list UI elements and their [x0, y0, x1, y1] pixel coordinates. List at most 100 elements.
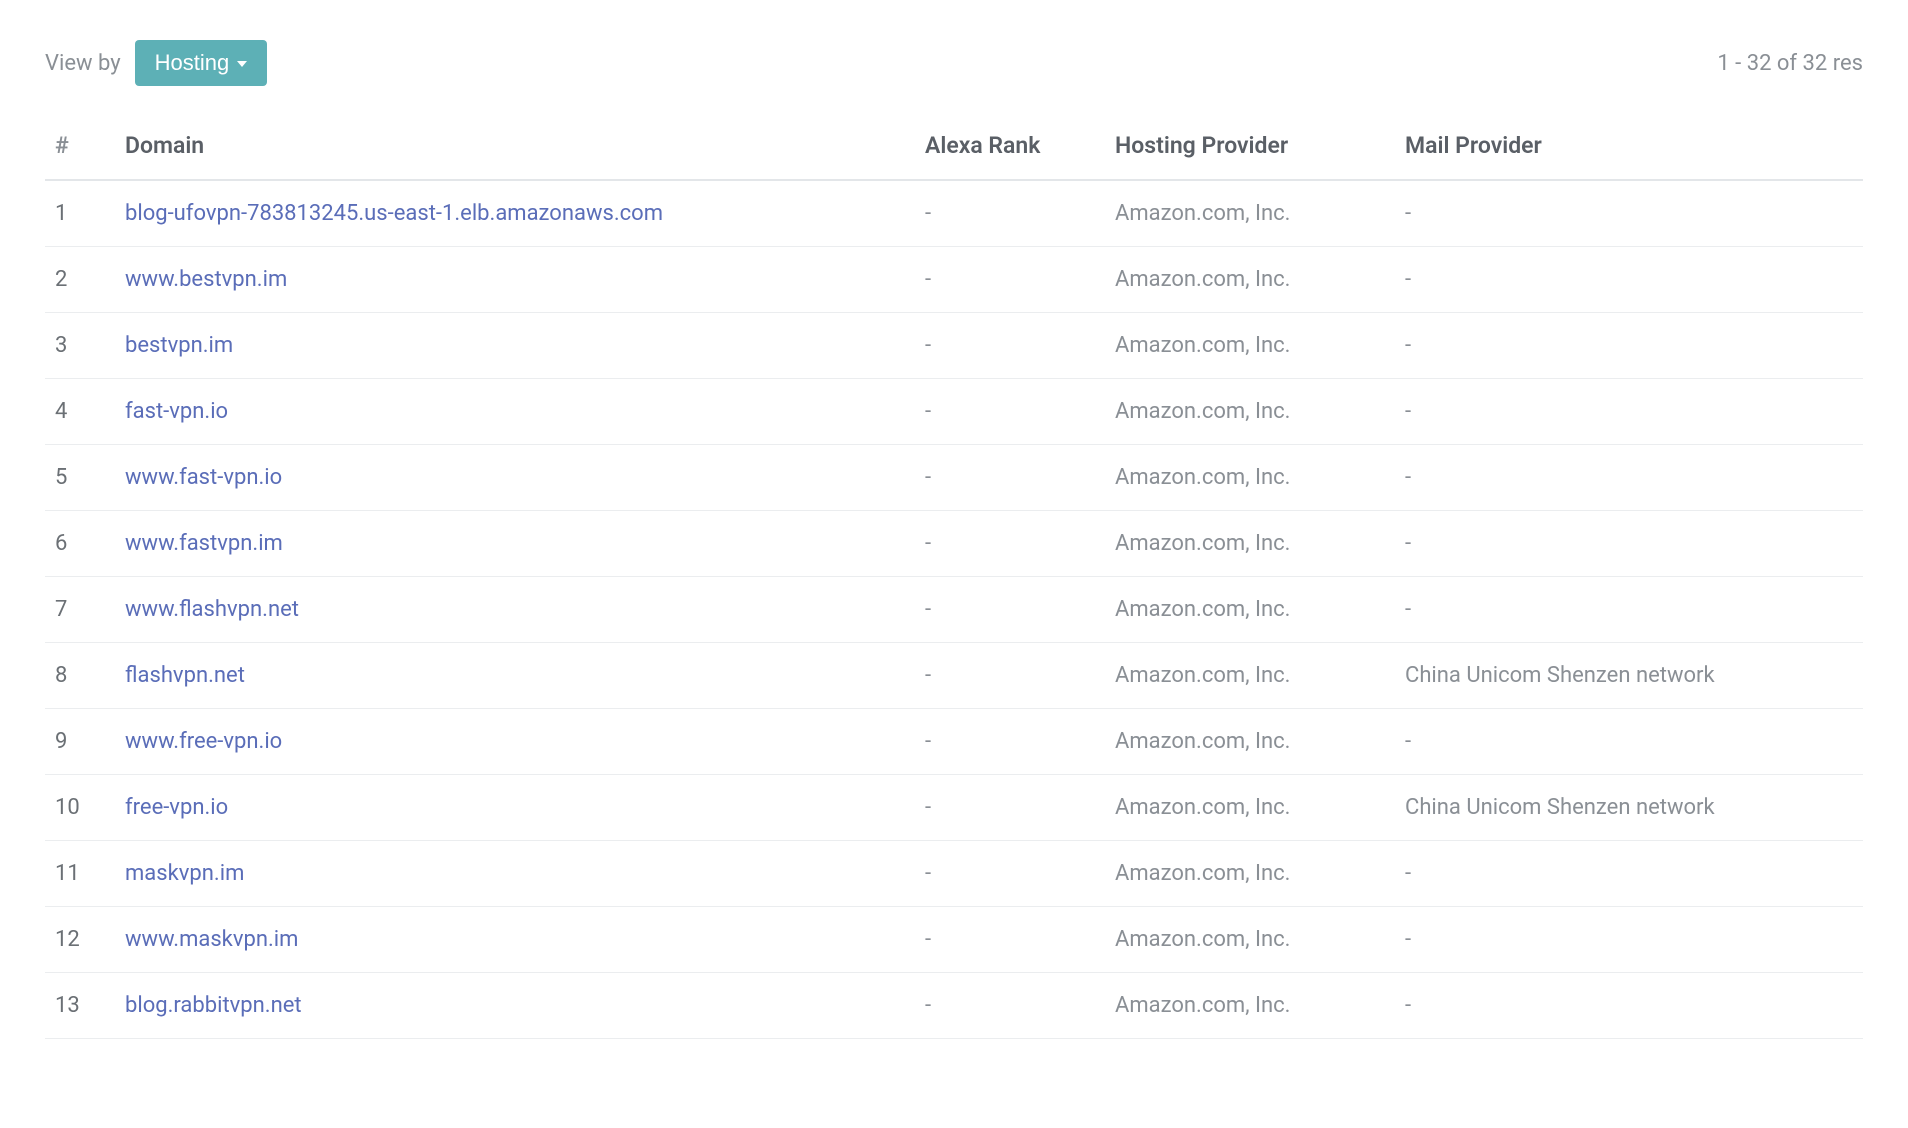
col-header-alexa[interactable]: Alexa Rank: [915, 116, 1105, 180]
row-index: 2: [45, 247, 115, 313]
top-bar: View by Hosting 1 - 32 of 32 res: [45, 40, 1863, 86]
row-mail: -: [1395, 379, 1863, 445]
row-alexa: -: [915, 577, 1105, 643]
domain-link[interactable]: www.bestvpn.im: [125, 267, 287, 292]
row-hosting: Amazon.com, Inc.: [1105, 775, 1395, 841]
row-domain-cell: bestvpn.im: [115, 313, 915, 379]
row-hosting: Amazon.com, Inc.: [1105, 643, 1395, 709]
row-mail: -: [1395, 247, 1863, 313]
row-domain-cell: www.bestvpn.im: [115, 247, 915, 313]
table-row: 13 blog.rabbitvpn.net -Amazon.com, Inc.-: [45, 973, 1863, 1039]
caret-down-icon: [237, 61, 247, 67]
table-header-row: # Domain Alexa Rank Hosting Provider Mai…: [45, 116, 1863, 180]
row-hosting: Amazon.com, Inc.: [1105, 841, 1395, 907]
viewby-dropdown-value: Hosting: [155, 50, 230, 76]
row-hosting: Amazon.com, Inc.: [1105, 709, 1395, 775]
row-mail: China Unicom Shenzen network: [1395, 643, 1863, 709]
result-count: 1 - 32 of 32 res: [1717, 51, 1863, 76]
row-alexa: -: [915, 709, 1105, 775]
row-index: 8: [45, 643, 115, 709]
row-mail: -: [1395, 907, 1863, 973]
row-mail: China Unicom Shenzen network: [1395, 775, 1863, 841]
row-index: 6: [45, 511, 115, 577]
row-index: 9: [45, 709, 115, 775]
row-mail: -: [1395, 445, 1863, 511]
results-table: # Domain Alexa Rank Hosting Provider Mai…: [45, 116, 1863, 1039]
domain-link[interactable]: maskvpn.im: [125, 861, 244, 886]
col-header-hosting[interactable]: Hosting Provider: [1105, 116, 1395, 180]
row-index: 7: [45, 577, 115, 643]
table-row: 4 fast-vpn.io -Amazon.com, Inc.-: [45, 379, 1863, 445]
row-alexa: -: [915, 775, 1105, 841]
row-alexa: -: [915, 643, 1105, 709]
row-alexa: -: [915, 841, 1105, 907]
row-domain-cell: www.fast-vpn.io: [115, 445, 915, 511]
row-alexa: -: [915, 247, 1105, 313]
domain-link[interactable]: www.maskvpn.im: [125, 927, 298, 952]
row-hosting: Amazon.com, Inc.: [1105, 180, 1395, 247]
row-mail: -: [1395, 709, 1863, 775]
row-domain-cell: www.flashvpn.net: [115, 577, 915, 643]
row-domain-cell: free-vpn.io: [115, 775, 915, 841]
row-mail: -: [1395, 180, 1863, 247]
domain-link[interactable]: flashvpn.net: [125, 663, 245, 688]
table-row: 10 free-vpn.io -Amazon.com, Inc.China Unic…: [45, 775, 1863, 841]
col-header-index[interactable]: #: [45, 116, 115, 180]
col-header-mail[interactable]: Mail Provider: [1395, 116, 1863, 180]
row-index: 11: [45, 841, 115, 907]
row-alexa: -: [915, 907, 1105, 973]
viewby-label: View by: [45, 51, 121, 76]
table-row: 3bestvpn.im-Amazon.com, Inc.-: [45, 313, 1863, 379]
table-row: 8 flashvpn.net -Amazon.com, Inc.China Unic…: [45, 643, 1863, 709]
row-mail: -: [1395, 577, 1863, 643]
row-index: 3: [45, 313, 115, 379]
row-alexa: -: [915, 445, 1105, 511]
row-index: 1: [45, 180, 115, 247]
row-hosting: Amazon.com, Inc.: [1105, 247, 1395, 313]
domain-link[interactable]: www.free-vpn.io: [125, 729, 282, 754]
domain-link[interactable]: blog.rabbitvpn.net: [125, 993, 302, 1018]
row-alexa: -: [915, 973, 1105, 1039]
row-domain-cell: fast-vpn.io: [115, 379, 915, 445]
row-hosting: Amazon.com, Inc.: [1105, 511, 1395, 577]
row-index: 4: [45, 379, 115, 445]
row-alexa: -: [915, 379, 1105, 445]
row-domain-cell: www.free-vpn.io: [115, 709, 915, 775]
table-row: 11 maskvpn.im -Amazon.com, Inc.-: [45, 841, 1863, 907]
table-row: 7 www.flashvpn.net -Amazon.com, Inc.-: [45, 577, 1863, 643]
table-row: 1 blog-ufovpn-783813245.us-east-1.elb.ama…: [45, 180, 1863, 247]
table-body: 1 blog-ufovpn-783813245.us-east-1.elb.ama…: [45, 180, 1863, 1039]
domain-link[interactable]: blog-ufovpn-783813245.us-east-1.elb.amaz…: [125, 201, 663, 226]
col-header-domain[interactable]: Domain: [115, 116, 915, 180]
row-mail: -: [1395, 973, 1863, 1039]
top-left: View by Hosting: [45, 40, 267, 86]
row-hosting: Amazon.com, Inc.: [1105, 379, 1395, 445]
table-row: 2 www.bestvpn.im -Amazon.com, Inc.-: [45, 247, 1863, 313]
row-hosting: Amazon.com, Inc.: [1105, 577, 1395, 643]
table-row: 9 www.free-vpn.io -Amazon.com, Inc.-: [45, 709, 1863, 775]
row-domain-cell: blog-ufovpn-783813245.us-east-1.elb.amaz…: [115, 180, 915, 247]
domain-link[interactable]: free-vpn.io: [125, 795, 228, 820]
viewby-dropdown[interactable]: Hosting: [135, 40, 268, 86]
row-index: 5: [45, 445, 115, 511]
domain-link[interactable]: bestvpn.im: [125, 333, 233, 358]
row-mail: -: [1395, 841, 1863, 907]
domain-link[interactable]: www.flashvpn.net: [125, 597, 299, 622]
row-domain-cell: www.maskvpn.im: [115, 907, 915, 973]
row-index: 12: [45, 907, 115, 973]
row-index: 13: [45, 973, 115, 1039]
row-domain-cell: maskvpn.im: [115, 841, 915, 907]
row-hosting: Amazon.com, Inc.: [1105, 907, 1395, 973]
row-alexa: -: [915, 511, 1105, 577]
domain-link[interactable]: www.fastvpn.im: [125, 531, 283, 556]
table-row: 5 www.fast-vpn.io -Amazon.com, Inc.-: [45, 445, 1863, 511]
domain-link[interactable]: fast-vpn.io: [125, 399, 228, 424]
row-hosting: Amazon.com, Inc.: [1105, 973, 1395, 1039]
row-alexa: -: [915, 180, 1105, 247]
row-hosting: Amazon.com, Inc.: [1105, 445, 1395, 511]
domain-link[interactable]: www.fast-vpn.io: [125, 465, 282, 490]
row-index: 10: [45, 775, 115, 841]
row-domain-cell: flashvpn.net: [115, 643, 915, 709]
row-alexa: -: [915, 313, 1105, 379]
table-row: 12 www.maskvpn.im -Amazon.com, Inc.-: [45, 907, 1863, 973]
